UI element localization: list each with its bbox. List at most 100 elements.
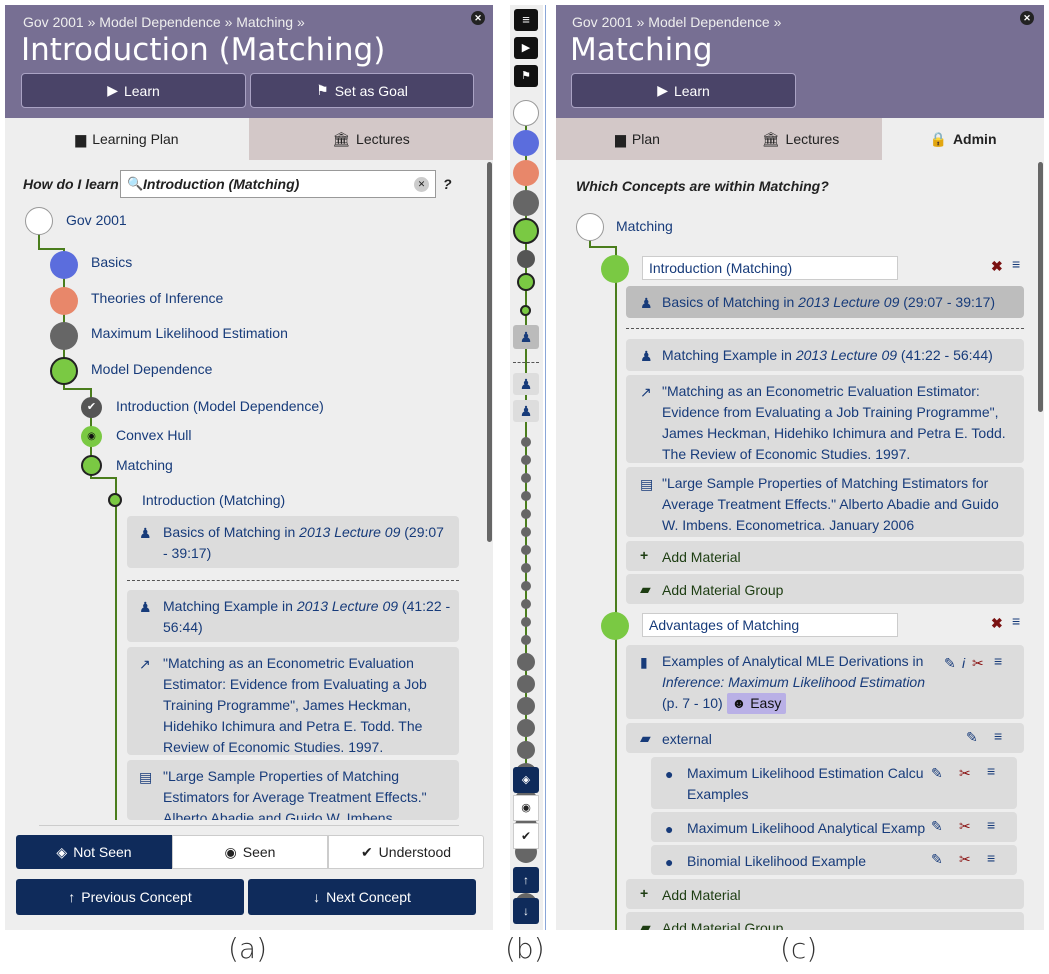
mini-node[interactable] <box>521 455 531 465</box>
search-box[interactable]: 🔍 Introduction (Matching) ✕ <box>120 170 436 198</box>
node-intro-matching[interactable] <box>108 493 122 507</box>
mini-node[interactable] <box>517 675 535 693</box>
tree-item-intro-model-dependence[interactable]: Introduction (Model Dependence) <box>116 398 324 414</box>
edit-icon[interactable]: ✎ <box>944 653 956 674</box>
mini-node[interactable] <box>520 305 531 316</box>
material-card[interactable]: ↗ "Matching as an Econometric Evaluation… <box>127 647 459 755</box>
link-card[interactable]: ● Maximum Likelihood Analytical Examp ✎ … <box>651 812 1017 842</box>
mini-node[interactable] <box>521 635 531 645</box>
tab-lectures[interactable]: 🏛 Lectures <box>249 118 493 160</box>
node-basics[interactable] <box>50 251 78 279</box>
link-card[interactable]: ● Binomial Likelihood Example ✎ ✂ ≡ <box>651 845 1017 875</box>
node-matching[interactable] <box>576 213 604 241</box>
scissors-icon[interactable]: ✂ <box>959 816 971 837</box>
edit-icon[interactable]: ✎ <box>931 763 943 784</box>
previous-concept-button[interactable]: ↑ Previous Concept <box>16 879 244 915</box>
reorder-icon[interactable]: ≡ <box>994 726 1002 747</box>
tree-item-mle[interactable]: Maximum Likelihood Estimation <box>91 325 288 341</box>
material-card[interactable]: ♟ Matching Example in 2013 Lecture 09 (4… <box>626 339 1024 371</box>
mini-node[interactable] <box>521 581 531 591</box>
add-material-button[interactable]: + Add Material <box>626 541 1024 571</box>
clear-search-icon[interactable]: ✕ <box>414 177 429 192</box>
lecture-icon[interactable]: ♟ <box>513 400 539 422</box>
reorder-icon[interactable]: ≡ <box>987 761 995 782</box>
menu-button[interactable]: ≡ <box>514 9 538 31</box>
edit-icon[interactable]: ✎ <box>966 727 978 748</box>
node-concept-intro[interactable] <box>601 255 629 283</box>
node-gov2001[interactable] <box>25 207 53 235</box>
tree-item-matching[interactable]: Matching <box>616 218 673 234</box>
mini-node[interactable] <box>521 617 531 627</box>
node-mle[interactable] <box>50 322 78 350</box>
seen-button[interactable]: ◉ Seen <box>172 835 328 869</box>
mini-node[interactable] <box>513 130 539 156</box>
help-icon[interactable]: ? <box>443 176 452 192</box>
play-button[interactable]: ▶ <box>514 37 538 59</box>
info-icon[interactable]: i <box>962 653 965 674</box>
learn-button[interactable]: ▶ Learn <box>571 73 796 108</box>
scrollbar[interactable] <box>1038 162 1043 412</box>
mini-node[interactable] <box>513 190 539 216</box>
mini-node[interactable] <box>517 653 535 671</box>
material-card[interactable]: ▮ Examples of Analytical MLE Derivations… <box>626 645 1024 719</box>
material-card[interactable]: ♟ Basics of Matching in 2013 Lecture 09 … <box>127 516 459 568</box>
edit-icon[interactable]: ✎ <box>931 816 943 837</box>
mini-node[interactable] <box>521 473 531 483</box>
tree-item-matching[interactable]: Matching <box>116 457 173 473</box>
tab-plan[interactable]: ▆ Plan <box>556 118 719 160</box>
material-card[interactable]: ♟ Basics of Matching in 2013 Lecture 09 … <box>626 286 1024 318</box>
learn-button[interactable]: ▶ Learn <box>21 73 246 108</box>
mini-node[interactable] <box>513 100 539 126</box>
close-icon[interactable]: ✕ <box>471 11 485 25</box>
lecture-icon[interactable]: ♟ <box>513 373 539 395</box>
node-concept-advantages[interactable] <box>601 612 629 640</box>
mini-node[interactable] <box>517 719 535 737</box>
scissors-icon[interactable]: ✂ <box>959 763 971 784</box>
concept-name-input[interactable]: Introduction (Matching) <box>642 256 898 280</box>
not-seen-button[interactable]: ◈ <box>513 767 539 793</box>
node-convex-hull[interactable]: ◉ <box>81 426 102 447</box>
search-input[interactable]: Introduction (Matching) <box>143 176 299 192</box>
tree-item-convex-hull[interactable]: Convex Hull <box>116 427 191 443</box>
material-card[interactable]: ▤ "Large Sample Properties of Matching E… <box>626 467 1024 537</box>
mini-node[interactable] <box>513 160 539 186</box>
not-seen-button[interactable]: ◈ Not Seen <box>16 835 172 869</box>
node-intro-md[interactable]: ✔ <box>81 397 102 418</box>
mini-node[interactable] <box>513 218 539 244</box>
delete-icon[interactable]: ✖ <box>991 258 1003 275</box>
mini-node[interactable] <box>521 527 531 537</box>
mini-node[interactable] <box>521 563 531 573</box>
tree-item-model-dependence[interactable]: Model Dependence <box>91 361 212 377</box>
scissors-icon[interactable]: ✂ <box>972 653 984 674</box>
scrollbar[interactable] <box>487 162 492 542</box>
add-material-button[interactable]: + Add Material <box>626 879 1024 909</box>
mini-node[interactable] <box>521 599 531 609</box>
understood-button[interactable]: ✔ <box>513 823 539 849</box>
mini-node[interactable] <box>521 437 531 447</box>
set-goal-button[interactable]: ⚑ Set as Goal <box>250 73 474 108</box>
reorder-icon[interactable]: ≡ <box>987 848 995 869</box>
close-icon[interactable]: ✕ <box>1020 11 1034 25</box>
breadcrumb[interactable]: Gov 2001 » Model Dependence » Matching » <box>23 14 305 30</box>
mini-node[interactable] <box>521 545 531 555</box>
breadcrumb[interactable]: Gov 2001 » Model Dependence » <box>572 14 781 30</box>
seen-button[interactable]: ◉ <box>513 795 539 821</box>
next-concept-button[interactable]: ↓ Next Concept <box>248 879 476 915</box>
tree-item-theories[interactable]: Theories of Inference <box>91 290 223 306</box>
tab-learning-plan[interactable]: ▆ Learning Plan <box>5 118 249 160</box>
tree-item-gov2001[interactable]: Gov 2001 <box>66 212 127 228</box>
mini-node[interactable] <box>517 741 535 759</box>
mini-node[interactable] <box>521 509 531 519</box>
mini-node[interactable] <box>521 491 531 501</box>
understood-button[interactable]: ✔ Understood <box>328 835 484 869</box>
scissors-icon[interactable]: ✂ <box>959 849 971 870</box>
add-material-group-button[interactable]: ▰ Add Material Group <box>626 574 1024 604</box>
concept-name-input[interactable]: Advantages of Matching <box>642 613 898 637</box>
material-card[interactable]: ♟ Matching Example in 2013 Lecture 09 (4… <box>127 590 459 642</box>
edit-icon[interactable]: ✎ <box>931 849 943 870</box>
node-model-dependence[interactable] <box>50 357 78 385</box>
mini-node[interactable] <box>517 250 535 268</box>
material-card[interactable]: ▤ "Large Sample Properties of Matching E… <box>127 760 459 820</box>
previous-concept-button[interactable]: ↑ <box>513 867 539 893</box>
lecture-icon[interactable]: ♟ <box>513 325 539 349</box>
